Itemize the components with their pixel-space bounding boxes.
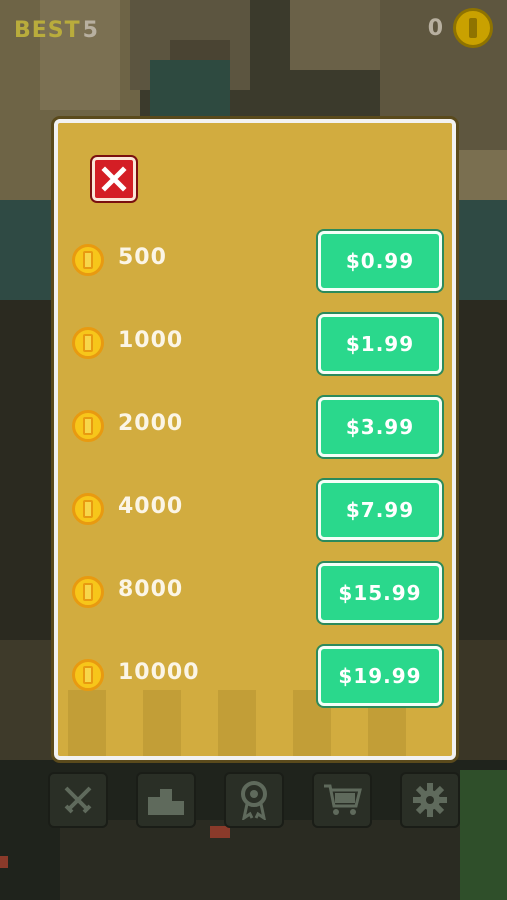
- best-score: BEST5: [14, 18, 99, 43]
- best-label: BEST: [14, 18, 81, 43]
- buy-button[interactable]: $19.99: [318, 646, 442, 706]
- coin-amount: 10000: [118, 660, 200, 685]
- coin-counter: 0: [428, 8, 493, 48]
- shop-item-row: 500 $0.99: [72, 231, 442, 291]
- crossed-swords-icon: [64, 786, 92, 814]
- coin-shop-panel: 500 $0.99 1000 $1.99 2000 $3.99 4000 $7.…: [54, 119, 456, 760]
- coin-icon: [72, 576, 104, 608]
- coin-amount: 4000: [118, 494, 184, 519]
- coin-icon: [72, 410, 104, 442]
- buy-button[interactable]: $7.99: [318, 480, 442, 540]
- podium-icon: [148, 789, 184, 815]
- coin-amount: 8000: [118, 577, 184, 602]
- gear-icon: [413, 783, 447, 817]
- coin-icon: [72, 659, 104, 691]
- best-value: 5: [82, 18, 99, 43]
- close-button[interactable]: [92, 157, 136, 201]
- shopping-cart-icon: [324, 784, 362, 815]
- coin-icon: [72, 493, 104, 525]
- achievements-button[interactable]: [224, 772, 284, 828]
- shop-item-row: 10000 $19.99: [72, 646, 442, 706]
- coin-amount: 500: [118, 245, 167, 270]
- shop-item-row: 8000 $15.99: [72, 563, 442, 623]
- settings-button[interactable]: [400, 772, 460, 828]
- close-x-icon: [101, 166, 127, 192]
- play-button[interactable]: [48, 772, 108, 828]
- coin-amount: 1000: [118, 328, 184, 353]
- buy-button[interactable]: $1.99: [318, 314, 442, 374]
- coin-icon: [72, 244, 104, 276]
- coin-icon: [453, 8, 493, 48]
- coin-count: 0: [427, 15, 443, 41]
- shop-item-row: 4000 $7.99: [72, 480, 442, 540]
- shop-button[interactable]: [312, 772, 372, 828]
- shop-item-row: 2000 $3.99: [72, 397, 442, 457]
- buy-button[interactable]: $15.99: [318, 563, 442, 623]
- shop-item-row: 1000 $1.99: [72, 314, 442, 374]
- leaderboard-button[interactable]: [136, 772, 196, 828]
- buy-button[interactable]: $3.99: [318, 397, 442, 457]
- bottom-toolbar: [48, 772, 460, 828]
- buy-button[interactable]: $0.99: [318, 231, 442, 291]
- coin-amount: 2000: [118, 411, 184, 436]
- coin-icon: [72, 327, 104, 359]
- award-ribbon-icon: [241, 781, 267, 820]
